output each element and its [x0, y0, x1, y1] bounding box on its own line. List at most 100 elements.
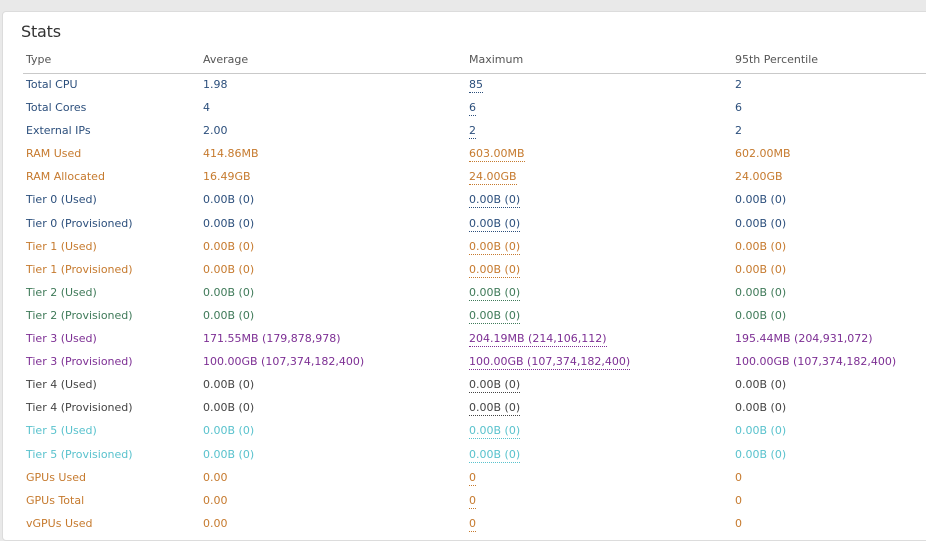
column-header-type: Type — [26, 53, 52, 66]
maximum-cell[interactable]: 0 — [469, 494, 476, 509]
maximum-cell[interactable]: 0.00B (0) — [469, 448, 521, 463]
table-row: Tier 0 (Provisioned) 0.00B (0) 0.00B (0) 0.… — [23, 212, 926, 235]
table-row: Tier 4 (Used) 0.00B (0) 0.00B (0) 0.00B (0) — [23, 373, 926, 396]
maximum-cell[interactable]: 0.00B (0) — [469, 424, 521, 440]
table-row: Tier 2 (Used) 0.00B (0) 0.00B (0) 0.00B (0) — [23, 281, 926, 304]
maximum-cell[interactable]: 0 — [469, 471, 476, 486]
table-row: Tier 5 (Used) 0.00B (0) 0.00B (0) 0.00B (0) — [23, 419, 926, 442]
type-cell: Total CPU — [26, 78, 78, 91]
stats-table-body: Total CPU 1.98 85 2 Total Cores 4 6 6 External I… — [23, 73, 926, 535]
table-row: vGPUs Used 0.00 0 0 — [23, 512, 926, 535]
p95-cell: 195.44MB (204,931,072) — [735, 332, 873, 346]
maximum-cell[interactable]: 0.00B (0) — [469, 240, 521, 255]
column-header-maximum: Maximum — [469, 53, 524, 66]
average-cell: 2.00 — [203, 124, 228, 138]
p95-cell: 0 — [735, 470, 742, 484]
average-cell: 0.00 — [203, 493, 228, 507]
type-cell: GPUs Used — [26, 470, 86, 484]
type-cell: Tier 5 (Used) — [26, 424, 97, 438]
maximum-cell[interactable]: 100.00GB (107,374,182,400) — [469, 355, 631, 371]
p95-cell: 2 — [735, 124, 742, 138]
average-cell: 0.00 — [203, 470, 228, 484]
type-cell: RAM Used — [26, 147, 82, 161]
p95-cell: 0 — [735, 516, 742, 530]
average-cell: 1.98 — [203, 78, 228, 91]
table-row: External IPs 2.00 2 2 — [23, 119, 926, 142]
type-cell: Tier 2 (Used) — [26, 285, 97, 299]
table-row: Tier 1 (Provisioned) 0.00B (0) 0.00B (0) 0.… — [23, 258, 926, 281]
p95-cell: 2 — [735, 78, 742, 91]
type-cell: Tier 5 (Provisioned) — [26, 447, 133, 461]
table-row: Tier 5 (Provisioned) 0.00B (0) 0.00B (0) 0.… — [23, 443, 926, 466]
table-row: RAM Used 414.86MB 603.00MB 602.00MB — [23, 142, 926, 165]
maximum-cell[interactable]: 2 — [469, 124, 476, 140]
maximum-cell[interactable]: 6 — [469, 101, 476, 117]
maximum-cell[interactable]: 24.00GB — [469, 170, 517, 186]
table-row: Tier 3 (Used) 171.55MB (179,878,978) 204.1… — [23, 327, 926, 350]
p95-cell: 0.00B (0) — [735, 216, 787, 230]
maximum-cell[interactable]: 0.00B (0) — [469, 263, 521, 278]
maximum-cell[interactable]: 85 — [469, 78, 483, 93]
average-cell: 4 — [203, 101, 210, 115]
type-cell: Tier 3 (Provisioned) — [26, 355, 133, 369]
table-row: Tier 0 (Used) 0.00B (0) 0.00B (0) 0.00B (0) — [23, 188, 926, 211]
type-cell: Tier 1 (Provisioned) — [26, 262, 133, 276]
maximum-cell[interactable]: 0.00B (0) — [469, 217, 521, 232]
table-header: Type Average Maximum 95th Percentile — [23, 52, 926, 74]
type-cell: Tier 4 (Provisioned) — [26, 401, 133, 415]
average-cell: 0.00B (0) — [203, 262, 255, 276]
type-cell: Tier 1 (Used) — [26, 239, 97, 253]
maximum-cell[interactable]: 0.00B (0) — [469, 309, 521, 324]
table-row: Tier 1 (Used) 0.00B (0) 0.00B (0) 0.00B (0) — [23, 235, 926, 258]
type-cell: External IPs — [26, 124, 91, 138]
maximum-cell[interactable]: 0 — [469, 517, 476, 532]
type-cell: RAM Allocated — [26, 170, 105, 184]
type-cell: Tier 2 (Provisioned) — [26, 308, 133, 322]
average-cell: 0.00B (0) — [203, 424, 255, 438]
table-row: Total Cores 4 6 6 — [23, 96, 926, 119]
average-cell: 0.00 — [203, 516, 228, 530]
average-cell: 171.55MB (179,878,978) — [203, 332, 341, 346]
maximum-cell[interactable]: 603.00MB — [469, 147, 525, 163]
type-cell: vGPUs Used — [26, 516, 93, 530]
average-cell: 414.86MB — [203, 147, 259, 161]
type-cell: Tier 0 (Provisioned) — [26, 216, 133, 230]
average-cell: 16.49GB — [203, 170, 251, 184]
p95-cell: 0.00B (0) — [735, 378, 787, 392]
p95-cell: 0 — [735, 493, 742, 507]
p95-cell: 0.00B (0) — [735, 193, 787, 207]
table-row: Total CPU 1.98 85 2 — [23, 73, 926, 96]
table-row: Tier 2 (Provisioned) 0.00B (0) 0.00B (0) 0.… — [23, 304, 926, 327]
p95-cell: 100.00GB (107,374,182,400) — [735, 355, 897, 369]
average-cell: 0.00B (0) — [203, 378, 255, 392]
table-row: GPUs Total 0.00 0 0 — [23, 489, 926, 512]
p95-cell: 0.00B (0) — [735, 285, 787, 299]
table-row: Tier 4 (Provisioned) 0.00B (0) 0.00B (0) 0.… — [23, 396, 926, 419]
maximum-cell[interactable]: 0.00B (0) — [469, 378, 521, 394]
p95-cell: 0.00B (0) — [735, 308, 787, 322]
p95-cell: 0.00B (0) — [735, 262, 787, 276]
p95-cell: 0.00B (0) — [735, 239, 787, 253]
panel-title: Stats — [21, 22, 61, 41]
maximum-cell[interactable]: 204.19MB (214,106,112) — [469, 332, 607, 348]
p95-cell: 0.00B (0) — [735, 401, 787, 415]
type-cell: Tier 0 (Used) — [26, 193, 97, 207]
type-cell: Total Cores — [26, 101, 87, 115]
column-header-p95: 95th Percentile — [735, 53, 819, 66]
p95-cell: 0.00B (0) — [735, 424, 787, 438]
type-cell: Tier 3 (Used) — [26, 332, 97, 346]
table-row: Tier 3 (Provisioned) 100.00GB (107,374,18… — [23, 350, 926, 373]
average-cell: 0.00B (0) — [203, 239, 255, 253]
stats-panel: Stats Type Average Maximum 95th Percenti… — [2, 11, 926, 541]
p95-cell: 0.00B (0) — [735, 447, 787, 461]
maximum-cell[interactable]: 0.00B (0) — [469, 193, 521, 209]
average-cell: 0.00B (0) — [203, 308, 255, 322]
table-row: GPUs Used 0.00 0 0 — [23, 466, 926, 489]
p95-cell: 6 — [735, 101, 742, 115]
table-row: RAM Allocated 16.49GB 24.00GB 24.00GB — [23, 165, 926, 188]
maximum-cell[interactable]: 0.00B (0) — [469, 286, 521, 301]
column-header-average: Average — [203, 53, 249, 66]
p95-cell: 602.00MB — [735, 147, 791, 161]
maximum-cell[interactable]: 0.00B (0) — [469, 401, 521, 417]
average-cell: 100.00GB (107,374,182,400) — [203, 355, 365, 369]
